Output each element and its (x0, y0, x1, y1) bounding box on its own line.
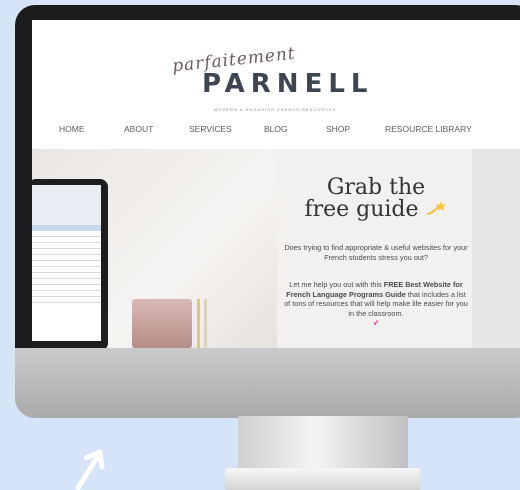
hero-title-line1: Grab the (326, 175, 426, 200)
pencil-image (197, 299, 200, 348)
monitor-stand (238, 416, 408, 474)
hero-guide-text-pre: Let me help you out with this (289, 280, 384, 289)
nav-item-shop[interactable]: SHOP (326, 124, 350, 134)
hero-title: Grab the free guide (284, 177, 468, 221)
tablet-table-row (32, 297, 101, 303)
nav-item-blog[interactable]: BLOG (264, 124, 288, 134)
tablet-screen (32, 185, 101, 341)
sparkle-star-icon (426, 201, 446, 216)
logo-main-text[interactable]: PARNELL (202, 69, 373, 99)
website-screen: parfaitement PARNELL MODERN & ENGAGING F… (32, 20, 520, 348)
pencil-image (204, 299, 207, 348)
hero-title-line2: free guide (284, 199, 468, 221)
hero-intro-text: Does trying to find appropriate & useful… (284, 243, 468, 262)
monitor-stand-base (225, 468, 420, 490)
monitor-chin (15, 348, 520, 418)
site-tagline: MODERN & ENGAGING FRENCH RESOURCES (214, 107, 337, 112)
hero-title-line2-text: free guide (304, 197, 419, 222)
side-photo (472, 149, 520, 348)
tablet-image (32, 179, 108, 348)
folder-image (132, 299, 192, 348)
hero-guide-text: Let me help you out with this FREE Best … (284, 280, 468, 328)
tablet-header-graphic (32, 185, 101, 225)
nav-item-about[interactable]: ABOUT (124, 124, 153, 134)
nav-item-resource-library[interactable]: RESOURCE LIBRARY (385, 124, 472, 134)
heart-icon: 💕︎ (373, 318, 379, 327)
nav-item-home[interactable]: HOME (59, 124, 85, 134)
arrow-up-icon (75, 449, 105, 490)
nav-item-services[interactable]: SERVICES (189, 124, 232, 134)
main-nav: HOME ABOUT SERVICES BLOG SHOP RESOURCE L… (32, 124, 520, 140)
hero-section: Grab the free guide Does trying to find … (32, 149, 520, 348)
